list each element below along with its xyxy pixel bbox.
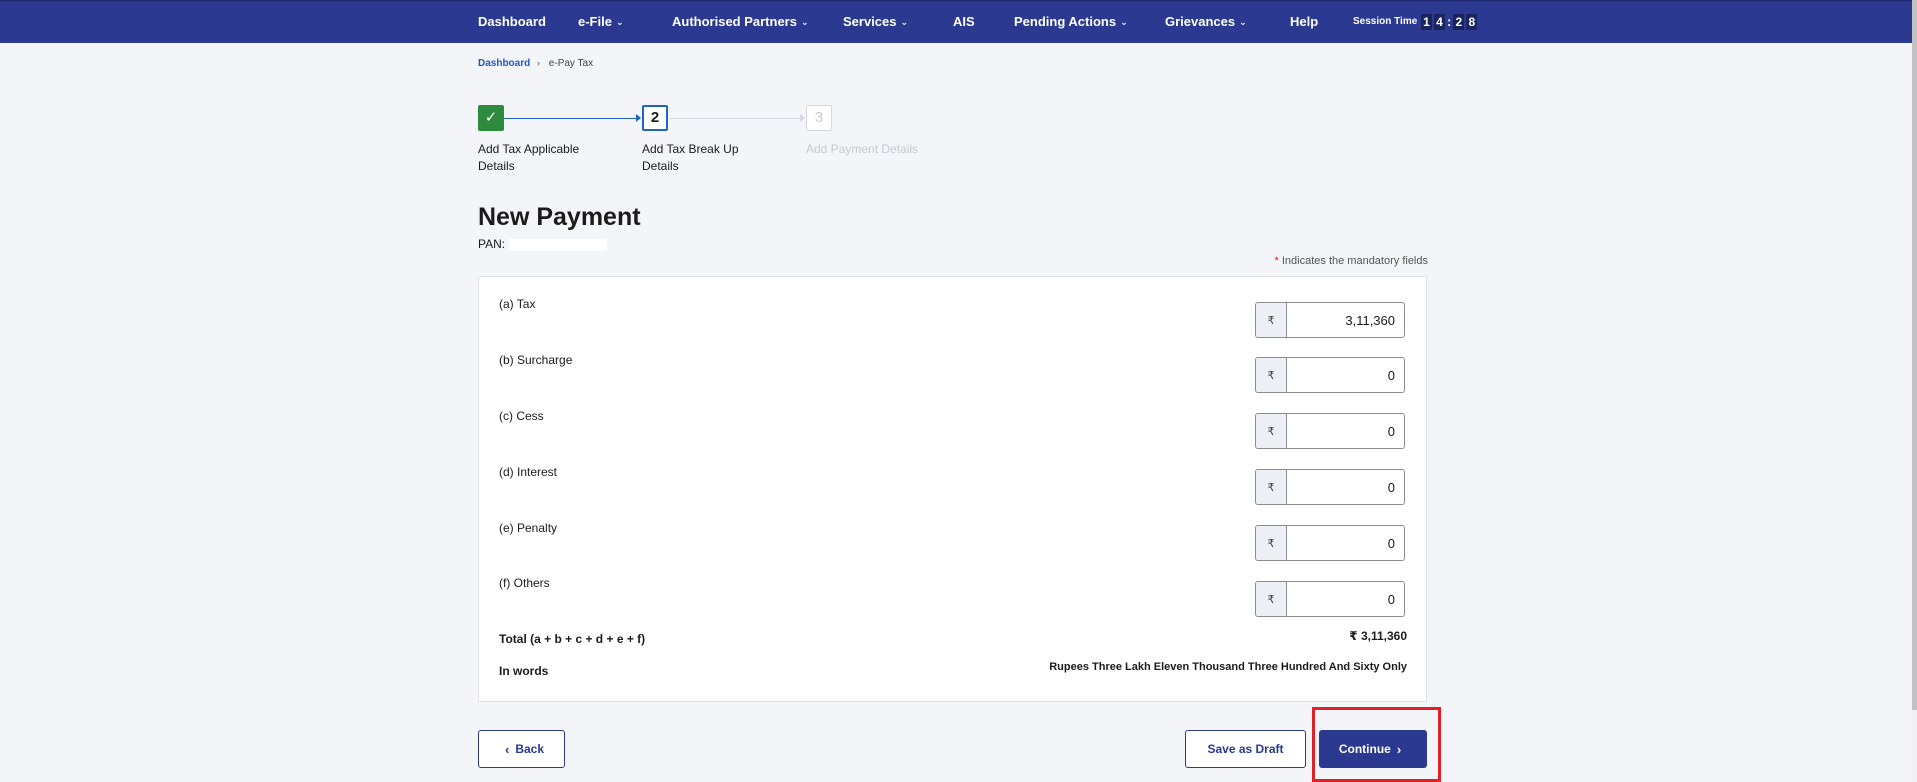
chevron-right-icon: › [1396,741,1402,757]
penalty-label: (e) Penalty [499,521,558,535]
total-value: ₹ 3,11,360 [1349,629,1407,643]
timer-digit: 2 [1453,14,1465,30]
in-words-label: In words [499,664,549,678]
chevron-down-icon: ⌄ [1120,17,1128,27]
save-as-draft-label: Save as Draft [1207,742,1284,756]
breadcrumb-current: e-Pay Tax [548,58,594,69]
session-time-label: Session Time [1353,16,1418,27]
step-connector [504,118,638,119]
timer-digit: 4 [1434,14,1445,30]
nav-pending-actions[interactable]: Pending Actions ⌄ [1014,1,1128,43]
chevron-down-icon: ⌄ [1239,17,1247,27]
others-amount-field: ₹ [1255,581,1405,617]
nav-grievances[interactable]: Grievances ⌄ [1165,1,1247,43]
chevron-left-icon: ‹ [504,741,510,757]
others-label: (f) Others [499,576,550,590]
timer-digit: 8 [1466,14,1478,30]
nav-help-label: Help [1290,14,1319,29]
step-3-upcoming: 3 [806,105,832,131]
breadcrumb-dashboard-link[interactable]: Dashboard [478,58,530,69]
surcharge-input[interactable] [1287,358,1404,392]
page-title: New Payment [478,203,641,231]
nav-services-label: Services [843,14,897,29]
check-icon: ✓ [484,109,498,126]
tax-amount-field: ₹ [1255,302,1405,338]
step-2-active: 2 [642,105,668,131]
nav-pending-actions-label: Pending Actions [1014,14,1117,29]
scrollbar-thumb[interactable] [1912,0,1917,710]
page-scrollbar[interactable] [1912,0,1917,782]
rupee-icon: ₹ [1256,526,1287,560]
save-as-draft-button[interactable]: Save as Draft [1185,730,1306,768]
others-input[interactable] [1287,582,1404,616]
rupee-icon: ₹ [1256,303,1287,337]
rupee-icon: ₹ [1256,470,1287,504]
cess-input[interactable] [1287,414,1404,448]
chevron-down-icon: ⌄ [900,17,909,27]
continue-button-label: Continue [1338,742,1391,756]
nav-dashboard[interactable]: Dashboard [478,1,546,43]
nav-dashboard-label: Dashboard [478,14,546,29]
pan-redacted-value [509,238,608,251]
required-star: * [1274,255,1279,267]
nav-services[interactable]: Services ⌄ [843,1,908,43]
continue-button[interactable]: Continue › [1319,730,1427,768]
cess-amount-field: ₹ [1255,413,1405,449]
nav-efile[interactable]: e-File ⌄ [578,1,624,43]
rupee-icon: ₹ [1256,582,1287,616]
back-button-label: Back [515,742,545,756]
pan-label: PAN: [478,237,506,251]
connector-arrow-icon [636,114,641,122]
timer-digit: 1 [1421,14,1432,30]
cess-label: (c) Cess [499,409,544,423]
nav-grievances-label: Grievances [1165,14,1236,29]
in-words-value: Rupees Three Lakh Eleven Thousand Three … [1049,661,1407,673]
penalty-input[interactable] [1287,526,1404,560]
interest-input[interactable] [1287,470,1404,504]
mandatory-note-text: Indicates the mandatory fields [1281,255,1428,267]
chevron-down-icon: ⌄ [800,17,809,27]
tax-label: (a) Tax [499,297,536,311]
nav-ais-label: AIS [953,14,975,29]
chevron-down-icon: ⌄ [615,17,624,27]
top-navbar: Dashboard e-File ⌄ Authorised Partners ⌄ S… [0,0,1912,43]
total-label: Total (a + b + c + d + e + f) [499,632,646,646]
rupee-icon: ₹ [1256,414,1287,448]
surcharge-label: (b) Surcharge [499,353,573,367]
step-1-label: Add Tax Applicable Details [478,142,580,173]
breadcrumb: Dashboard › e-Pay Tax [478,58,593,69]
nav-efile-label: e-File [578,14,612,29]
connector-arrow-icon [800,114,805,122]
step-2-label: Add Tax Break Up Details [642,142,739,173]
mandatory-note: * Indicates the mandatory fields [1275,255,1428,267]
interest-label: (d) Interest [499,465,558,479]
step-connector [670,118,802,119]
step-3-label: Add Payment Details [806,142,919,156]
back-button[interactable]: ‹ Back [478,730,565,768]
session-timer: 1 4 : 2 8 [1421,14,1479,30]
pan-line: PAN: [478,237,608,251]
nav-ais[interactable]: AIS [953,1,975,43]
breadcrumb-separator-icon: › [537,58,541,68]
nav-authorised-partners[interactable]: Authorised Partners ⌄ [672,1,809,43]
nav-help[interactable]: Help [1290,1,1318,43]
interest-amount-field: ₹ [1255,469,1405,505]
penalty-amount-field: ₹ [1255,525,1405,561]
rupee-icon: ₹ [1256,358,1287,392]
nav-authorised-partners-label: Authorised Partners [672,14,797,29]
surcharge-amount-field: ₹ [1255,357,1405,393]
timer-colon: : [1447,14,1452,29]
step-1-complete: ✓ [478,105,504,131]
tax-input[interactable] [1287,303,1404,337]
